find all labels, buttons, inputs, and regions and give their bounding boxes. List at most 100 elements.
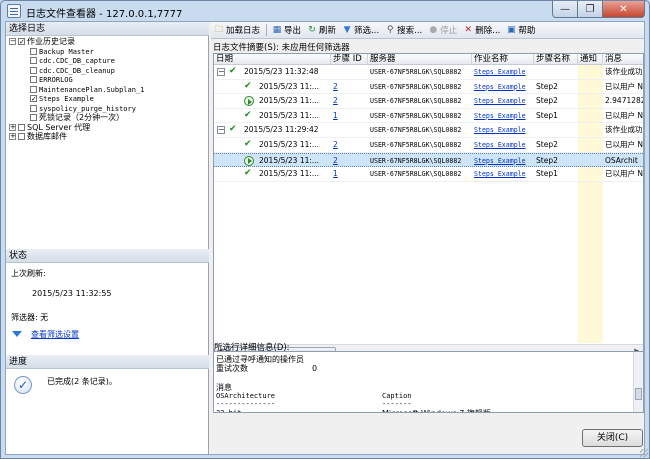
success-check-icon: ✔ <box>244 168 252 179</box>
tree-item-checkbox[interactable] <box>30 76 37 83</box>
minimize-icon: — <box>560 3 570 15</box>
tree-item-checkbox[interactable]: ✓ <box>18 38 25 46</box>
step-id-cell[interactable]: 1 <box>331 167 368 181</box>
step-id-cell[interactable]: 1 <box>331 109 368 123</box>
tree-item-checkbox[interactable] <box>30 114 37 121</box>
column-header[interactable]: 步骤 ID <box>331 54 368 65</box>
server-cell: USER-67NF5R8LGK\SQL0882 <box>370 68 462 76</box>
job-name-cell[interactable]: Steps Example <box>472 65 534 79</box>
server-cell: USER-67NF5R8LGK\SQL0882 <box>370 170 462 179</box>
column-header[interactable]: 步骤名称 <box>534 54 578 65</box>
log-row[interactable]: − ✔ 2015/5/23 11:29:42 USER-67NF5R8LGK\SQL0… <box>214 123 643 138</box>
step-name-cell <box>534 65 578 79</box>
stop-button[interactable]: ● 停止 <box>428 23 457 38</box>
collapse-icon[interactable]: − <box>217 126 225 135</box>
help-button[interactable]: ▣ 帮助 <box>506 23 535 38</box>
expand-icon[interactable]: + <box>9 123 16 131</box>
filter-label: 筛选... <box>354 26 380 36</box>
log-row[interactable]: ✔ 2015/5/23 11:... 2 USER-67NF5R8LGK\SQL088… <box>214 138 643 153</box>
notify-cell <box>578 138 603 152</box>
search-label: 搜索... <box>397 26 423 36</box>
tree-item[interactable]: cdc.CDC_DB_cleanup <box>9 66 207 76</box>
delete-button[interactable]: ✕ 删除... <box>463 23 501 38</box>
step-id-cell[interactable]: 2 <box>331 94 368 108</box>
message-cell: 该作业成功 <box>605 125 643 135</box>
job-name-cell[interactable]: Steps Example <box>472 138 534 152</box>
step-id-cell[interactable] <box>331 65 368 79</box>
tree-item[interactable]: − ✓ 作业历史记录 <box>9 37 207 47</box>
step-id-cell[interactable] <box>331 123 368 137</box>
details-scroll-thumb[interactable] <box>635 388 642 400</box>
resize-grip[interactable] <box>640 449 648 457</box>
export-button[interactable]: ▦ 导出 <box>272 23 301 38</box>
job-name-cell[interactable]: Steps Example <box>472 123 534 137</box>
tree-item[interactable]: cdc.CDC_DB_capture <box>9 56 207 66</box>
tree-item-checkbox[interactable] <box>30 66 37 74</box>
success-check-icon: ✔ <box>229 66 237 76</box>
step-id-cell[interactable]: 2 <box>331 80 368 94</box>
refresh-label: 刷新 <box>319 26 337 36</box>
tree-item-checkbox[interactable] <box>30 85 37 93</box>
tree-item-checkbox[interactable] <box>18 123 25 131</box>
column-header[interactable]: 日期 <box>214 54 331 65</box>
date-cell: 2015/5/23 11:... <box>259 140 320 149</box>
tree-item-checkbox[interactable] <box>30 104 37 112</box>
column-header[interactable]: 服务器 <box>368 54 472 65</box>
tree-item[interactable]: 死锁记录（2分钟一次） <box>9 113 207 123</box>
job-name-cell[interactable]: Steps Example <box>472 154 534 168</box>
right-pane: 🗀 加载日志 ▦ 导出 ↻ 刷新 ▼ 筛选... ⚲ 搜索... ● 停止 ✕ 删除... ▣… <box>211 22 644 454</box>
tree-item[interactable]: syspolicy_purge_history <box>9 104 207 114</box>
view-filter-settings-link[interactable]: 查看筛选设置 <box>31 329 79 340</box>
row-details-panel[interactable]: 已通过寻呼通知的操作员 重试次数 0 消息 OSArchitecture Caption -… <box>213 351 644 413</box>
log-grid[interactable]: 日期 步骤 ID 服务器 作业名称 步骤名称 通知 消息 − ✔ 2015/5/23 11:32… <box>213 53 644 357</box>
log-row[interactable]: − ✔ 2015/5/23 11:32:48 USER-67NF5R8LGK\SQL0… <box>214 65 643 80</box>
step-id-cell[interactable]: 2 <box>331 154 368 168</box>
job-name-cell[interactable]: Steps Example <box>472 167 534 181</box>
tree-item[interactable]: ✓ Steps Example <box>9 94 207 104</box>
filter-button[interactable]: ▼ 筛选... <box>342 23 380 38</box>
job-name-cell[interactable]: Steps Example <box>472 109 534 123</box>
details-vertical-scrollbar[interactable] <box>633 352 643 412</box>
step-name-cell: Step1 <box>536 110 558 120</box>
message-cell: 已以用户 N <box>605 169 643 179</box>
step-id-cell[interactable]: 2 <box>331 138 368 152</box>
close-window-button[interactable]: ✕ <box>603 1 645 18</box>
column-header[interactable]: 作业名称 <box>472 54 534 65</box>
job-name-cell[interactable]: Steps Example <box>472 94 534 108</box>
collapse-icon[interactable]: − <box>9 38 16 45</box>
delete-x-icon: ✕ <box>464 25 473 35</box>
server-cell: USER-67NF5R8LGK\SQL0882 <box>370 126 462 135</box>
tree-item-checkbox[interactable]: ✓ <box>30 95 37 103</box>
tree-item[interactable]: + SQL Server 代理 <box>9 123 207 133</box>
load-log-button[interactable]: 🗀 加载日志 <box>214 23 260 38</box>
log-row[interactable]: 2015/5/23 11:... 2 USER-67NF5R8LGK\SQL0882… <box>214 94 643 109</box>
tree-item-checkbox[interactable] <box>18 133 25 140</box>
refresh-button[interactable]: ↻ 刷新 <box>307 23 336 38</box>
log-row[interactable]: 2015/5/23 11:... 2 USER-67NF5R8LGK\SQL0882… <box>214 152 643 168</box>
tree-item-label: syspolicy_purge_history <box>39 104 136 113</box>
tree-item[interactable]: ERRORLOG <box>9 75 207 85</box>
collapse-icon[interactable]: − <box>217 68 225 76</box>
title-bar[interactable]: 日志文件查看器 - 127.0.0.1,7777 — ❐ ✕ <box>1 1 649 21</box>
maximize-button[interactable]: ❐ <box>578 1 603 18</box>
tree-item[interactable]: Backup Master <box>9 47 207 57</box>
log-row[interactable]: ✔ 2015/5/23 11:... 1 USER-67NF5R8LGK\SQL088… <box>214 109 643 124</box>
search-button[interactable]: ⚲ 搜索... <box>385 23 422 38</box>
tree-item[interactable]: + 数据库邮件 <box>9 132 207 142</box>
minimize-button[interactable]: — <box>552 1 578 18</box>
column-header[interactable]: 通知 <box>578 54 603 65</box>
close-button[interactable]: 关闭(C) <box>582 429 643 447</box>
step-name-cell <box>534 123 578 137</box>
column-header[interactable]: 消息 <box>603 54 643 65</box>
tree-item-checkbox[interactable] <box>30 47 37 55</box>
log-row[interactable]: ✔ 2015/5/23 11:... 2 USER-67NF5R8LGK\SQL088… <box>214 80 643 95</box>
status-header: 状态 <box>6 249 209 263</box>
tree-item[interactable]: MaintenancePlan.Subplan_1 <box>9 85 207 95</box>
date-cell: 2015/5/23 11:... <box>259 110 320 120</box>
server-cell: USER-67NF5R8LGK\SQL0882 <box>370 97 462 106</box>
job-name-cell[interactable]: Steps Example <box>472 80 534 94</box>
detail-line: 消息 <box>216 383 232 392</box>
expand-icon[interactable]: + <box>9 133 16 140</box>
tree-item-checkbox[interactable] <box>30 57 37 64</box>
log-row[interactable]: ✔ 2015/5/23 11:... 1 USER-67NF5R8LGK\SQL088… <box>214 167 643 182</box>
